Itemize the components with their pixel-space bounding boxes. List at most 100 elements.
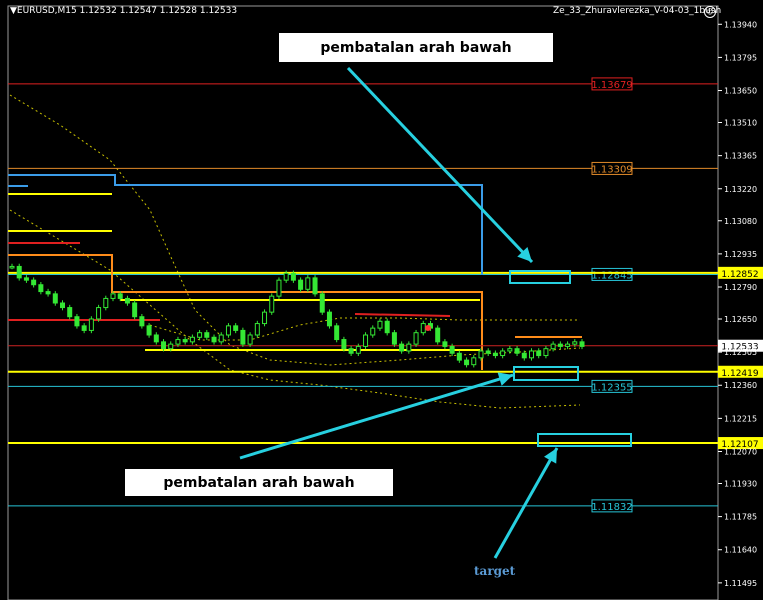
- annotation-arrow: [239, 373, 514, 460]
- candle: [74, 316, 80, 327]
- candle: [38, 284, 44, 293]
- candle: [543, 348, 549, 357]
- candle: [500, 350, 506, 357]
- candle: [146, 325, 152, 336]
- candle: [139, 316, 145, 327]
- candle: [579, 341, 585, 347]
- resistance-step-line: [8, 174, 483, 275]
- signal-marker: [425, 325, 431, 331]
- candle: [312, 277, 318, 295]
- candle: [355, 345, 361, 354]
- smiley-icon: ☺: [704, 6, 716, 18]
- candle: [88, 318, 94, 331]
- candle: [254, 323, 260, 336]
- candle: [471, 357, 477, 366]
- price-tick-label: 1.11495: [724, 579, 757, 588]
- red-step-line: [354, 313, 451, 317]
- candle: [168, 343, 174, 350]
- annotation-box: [537, 433, 632, 447]
- candle: [334, 325, 340, 341]
- candle: [23, 277, 29, 281]
- price-tick-label: 1.11640: [724, 546, 757, 555]
- price-tick-label: 1.13365: [724, 152, 757, 161]
- candle: [442, 341, 448, 347]
- candle: [536, 350, 542, 357]
- price-tick-label: 1.12505: [724, 348, 757, 357]
- chart-window: 1.13679 1.13309 1.12845 1.12355 1.11832 1.128…: [0, 0, 763, 600]
- candle: [550, 343, 556, 350]
- candle: [218, 334, 224, 343]
- price-chart[interactable]: 1.136791.133091.128451.123551.118321.128…: [0, 0, 763, 600]
- symbol-info: ▼EURUSD,M15 1.12532 1.12547 1.12528 1.12…: [10, 6, 238, 16]
- price-tick-label: 1.13080: [724, 217, 757, 226]
- price-tick-label: 1.13510: [724, 119, 757, 128]
- price-tick-label: 1.12070: [724, 448, 757, 457]
- candle: [557, 343, 563, 347]
- price-tick-label: 1.12935: [724, 250, 757, 259]
- candle: [81, 325, 87, 331]
- candle: [305, 277, 311, 290]
- candle: [9, 265, 15, 269]
- level-label: 1.12355: [591, 382, 632, 393]
- annotation-target: target: [474, 564, 516, 578]
- axis-marker-label: 1.12852: [721, 270, 758, 280]
- candle: [96, 307, 102, 320]
- indicator-name: Ze_33_Zhuravlerezka_V-04-03_1bush: [553, 6, 722, 16]
- candle: [464, 359, 470, 366]
- candle: [16, 265, 22, 279]
- level-label: 1.13309: [591, 164, 632, 175]
- price-tick-label: 1.11930: [724, 479, 757, 488]
- candle: [247, 334, 253, 345]
- price-tick-label: 1.12360: [724, 381, 757, 390]
- candle: [161, 341, 167, 350]
- price-tick-label: 1.13220: [724, 185, 757, 194]
- candle: [528, 350, 534, 359]
- price-tick-label: 1.13650: [724, 87, 757, 96]
- candle: [370, 327, 376, 336]
- candle: [225, 325, 231, 336]
- candle: [420, 323, 426, 334]
- candle: [269, 295, 275, 313]
- price-tick-label: 1.12650: [724, 315, 757, 324]
- candle: [456, 352, 462, 361]
- price-tick-label: 1.12215: [724, 414, 757, 423]
- candle: [182, 339, 188, 343]
- candle: [478, 350, 484, 359]
- candle: [117, 293, 123, 299]
- candle: [189, 336, 195, 343]
- candle: [492, 352, 498, 357]
- candle: [103, 297, 109, 309]
- level-label: 1.11832: [591, 502, 632, 513]
- axis-marker-label: 1.12419: [721, 369, 758, 379]
- candle: [283, 272, 289, 281]
- candle: [406, 343, 412, 352]
- candle: [413, 332, 419, 345]
- annotation-box: [513, 366, 579, 381]
- candle: [565, 343, 571, 347]
- candle: [572, 341, 578, 345]
- candle: [507, 348, 513, 352]
- candle: [391, 332, 397, 345]
- price-tick-label: 1.12790: [724, 283, 757, 292]
- candle: [67, 307, 73, 318]
- annotation-arrow: [346, 66, 534, 264]
- candle: [341, 339, 347, 350]
- candle: [435, 327, 441, 343]
- annotation-arrow: [493, 447, 559, 559]
- candle: [240, 329, 246, 345]
- candle: [363, 334, 369, 347]
- candle: [514, 348, 520, 354]
- candle: [175, 339, 181, 345]
- candle: [377, 320, 383, 329]
- level-label: 1.13679: [591, 80, 632, 91]
- candle: [110, 293, 116, 299]
- candle: [384, 320, 390, 334]
- price-tick-label: 1.11785: [724, 513, 757, 522]
- candle: [521, 352, 527, 359]
- candle: [31, 279, 37, 286]
- candle: [348, 348, 354, 354]
- price-tick-label: 1.13940: [724, 20, 757, 29]
- annotation-top: pembatalan arah bawah: [279, 33, 553, 62]
- candle: [233, 325, 239, 331]
- envelope-line: [9, 209, 581, 409]
